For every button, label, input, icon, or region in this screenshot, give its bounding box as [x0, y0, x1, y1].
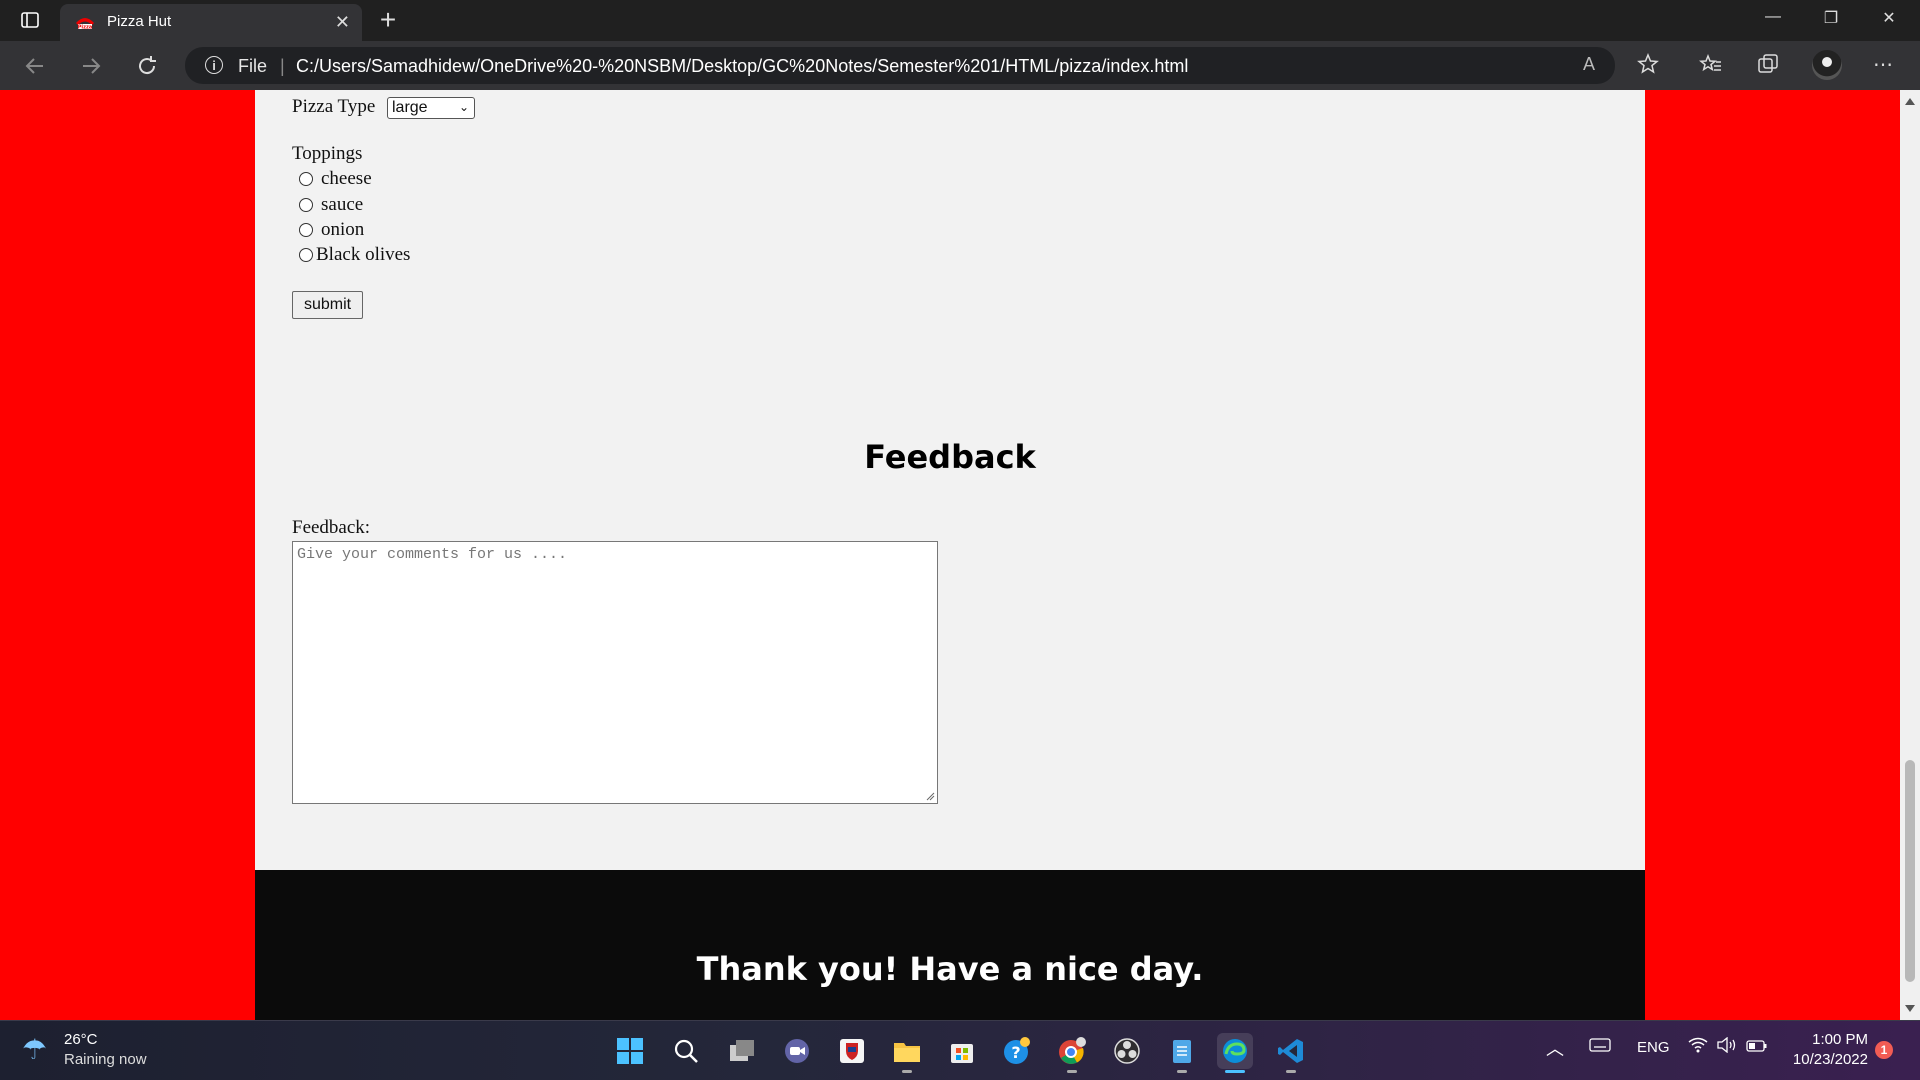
close-window-button[interactable]: ✕ — [1866, 8, 1912, 28]
notification-badge[interactable]: 1 — [1875, 1041, 1893, 1059]
edge-icon[interactable] — [1217, 1033, 1253, 1073]
pizza-type-label: Pizza Type — [292, 96, 376, 117]
radio-button[interactable] — [299, 172, 313, 186]
help-icon[interactable]: ? — [999, 1033, 1035, 1069]
battery-icon[interactable] — [1746, 1039, 1768, 1057]
app-shield-icon[interactable] — [834, 1033, 870, 1069]
topping-label: onion — [321, 219, 365, 240]
svg-text:?: ? — [1011, 1043, 1020, 1062]
task-view-icon[interactable] — [724, 1033, 760, 1069]
back-icon[interactable] — [20, 51, 50, 81]
topping-label: sauce — [321, 194, 364, 215]
language-indicator[interactable]: ENG — [1637, 1039, 1670, 1056]
info-icon[interactable]: i — [205, 56, 223, 74]
resize-handle-icon[interactable] — [925, 791, 935, 801]
tab-close-icon[interactable]: ✕ — [335, 12, 350, 32]
forward-icon[interactable] — [76, 51, 106, 81]
tab-pizza-hut[interactable]: Pizza Pizza Hut ✕ — [60, 4, 362, 41]
content-container: Pizza Type large ⌄ Toppings cheese sauce… — [255, 90, 1645, 870]
scroll-down-arrow-icon[interactable] — [1905, 1005, 1915, 1012]
start-windows-icon[interactable] — [612, 1033, 648, 1069]
windows-taskbar: ☂ 26°C Raining now ? ︿ ENG 1:00 PM 10/23… — [0, 1020, 1920, 1080]
chat-icon[interactable] — [779, 1033, 815, 1069]
favorites-icon[interactable] — [1696, 52, 1726, 82]
chevron-down-icon: ⌄ — [458, 100, 469, 114]
microsoft-store-icon[interactable] — [944, 1033, 980, 1069]
pizza-type-select[interactable]: large ⌄ — [387, 97, 475, 119]
chrome-icon[interactable] — [1054, 1033, 1090, 1073]
weather-condition[interactable]: Raining now — [64, 1051, 147, 1068]
show-hidden-icons-chevron-icon[interactable]: ︿ — [1546, 1035, 1564, 1061]
topping-label: Black olives — [316, 244, 411, 265]
running-indicator — [1177, 1070, 1187, 1073]
address-bar[interactable]: i File | C:/Users/Samadhidew/OneDrive%20… — [185, 47, 1615, 84]
page-footer: Thank you! Have a nice day. — [255, 870, 1645, 1020]
notepad-icon[interactable] — [1164, 1033, 1200, 1073]
search-icon[interactable] — [668, 1033, 704, 1069]
page-viewport: Pizza Type large ⌄ Toppings cheese sauce… — [0, 90, 1900, 1020]
radio-button[interactable] — [299, 223, 313, 237]
more-options-icon[interactable]: ⋯ — [1868, 52, 1898, 77]
feedback-textarea[interactable]: Give your comments for us .... — [292, 541, 938, 804]
new-tab-button[interactable]: + — [372, 6, 404, 34]
profile-avatar[interactable] — [1812, 50, 1842, 80]
scrollbar-thumb[interactable] — [1905, 760, 1915, 982]
browser-toolbar: i File | C:/Users/Samadhidew/OneDrive%20… — [0, 41, 1920, 90]
running-indicator — [1067, 1070, 1077, 1073]
refresh-icon[interactable] — [132, 51, 162, 81]
feedback-label: Feedback: — [292, 517, 371, 538]
footer-message: Thank you! Have a nice day. — [696, 950, 1204, 988]
minimize-button[interactable]: — — [1750, 8, 1796, 26]
radio-button[interactable] — [299, 198, 313, 212]
file-explorer-icon[interactable] — [889, 1033, 925, 1073]
clock-time[interactable]: 1:00 PM — [1808, 1031, 1868, 1048]
add-favorite-icon[interactable] — [1633, 52, 1663, 82]
keyboard-icon[interactable] — [1589, 1037, 1611, 1057]
vscode-icon[interactable] — [1273, 1033, 1309, 1073]
obs-icon[interactable] — [1109, 1033, 1145, 1069]
address-scheme-label: File — [238, 56, 268, 76]
toppings-label: Toppings — [292, 143, 363, 164]
topping-label: cheese — [321, 168, 372, 189]
restore-button[interactable]: ❐ — [1808, 8, 1854, 28]
radio-button[interactable] — [299, 248, 313, 262]
tab-actions-icon[interactable] — [20, 10, 40, 30]
clock-date[interactable]: 10/23/2022 — [1786, 1051, 1868, 1068]
pizza-hut-logo-icon: Pizza — [74, 13, 94, 33]
feedback-heading: Feedback — [864, 438, 1036, 476]
running-indicator — [1225, 1070, 1245, 1073]
submit-button[interactable]: submit — [292, 291, 363, 319]
collections-icon[interactable] — [1753, 52, 1783, 82]
weather-temperature[interactable]: 26°C — [64, 1031, 98, 1048]
running-indicator — [902, 1070, 912, 1073]
running-indicator — [1286, 1070, 1296, 1073]
volume-icon[interactable] — [1716, 1036, 1738, 1057]
wifi-icon[interactable] — [1688, 1037, 1708, 1057]
url-text[interactable]: C:/Users/Samadhidew/OneDrive%20-%20NSBM/… — [296, 56, 1188, 77]
scroll-up-arrow-icon[interactable] — [1905, 98, 1915, 105]
address-separator: | — [280, 56, 285, 76]
page-scrollbar[interactable] — [1900, 90, 1920, 1020]
feedback-placeholder: Give your comments for us .... — [297, 546, 568, 563]
pizza-type-selected-value: large — [392, 99, 428, 116]
svg-text:Pizza: Pizza — [78, 25, 93, 31]
weather-rain-icon[interactable]: ☂ — [22, 1033, 47, 1066]
read-aloud-icon[interactable]: A — [1583, 54, 1595, 75]
tab-title: Pizza Hut — [107, 13, 172, 30]
browser-title-bar: Pizza Pizza Hut ✕ + — ❐ ✕ — [0, 0, 1920, 41]
